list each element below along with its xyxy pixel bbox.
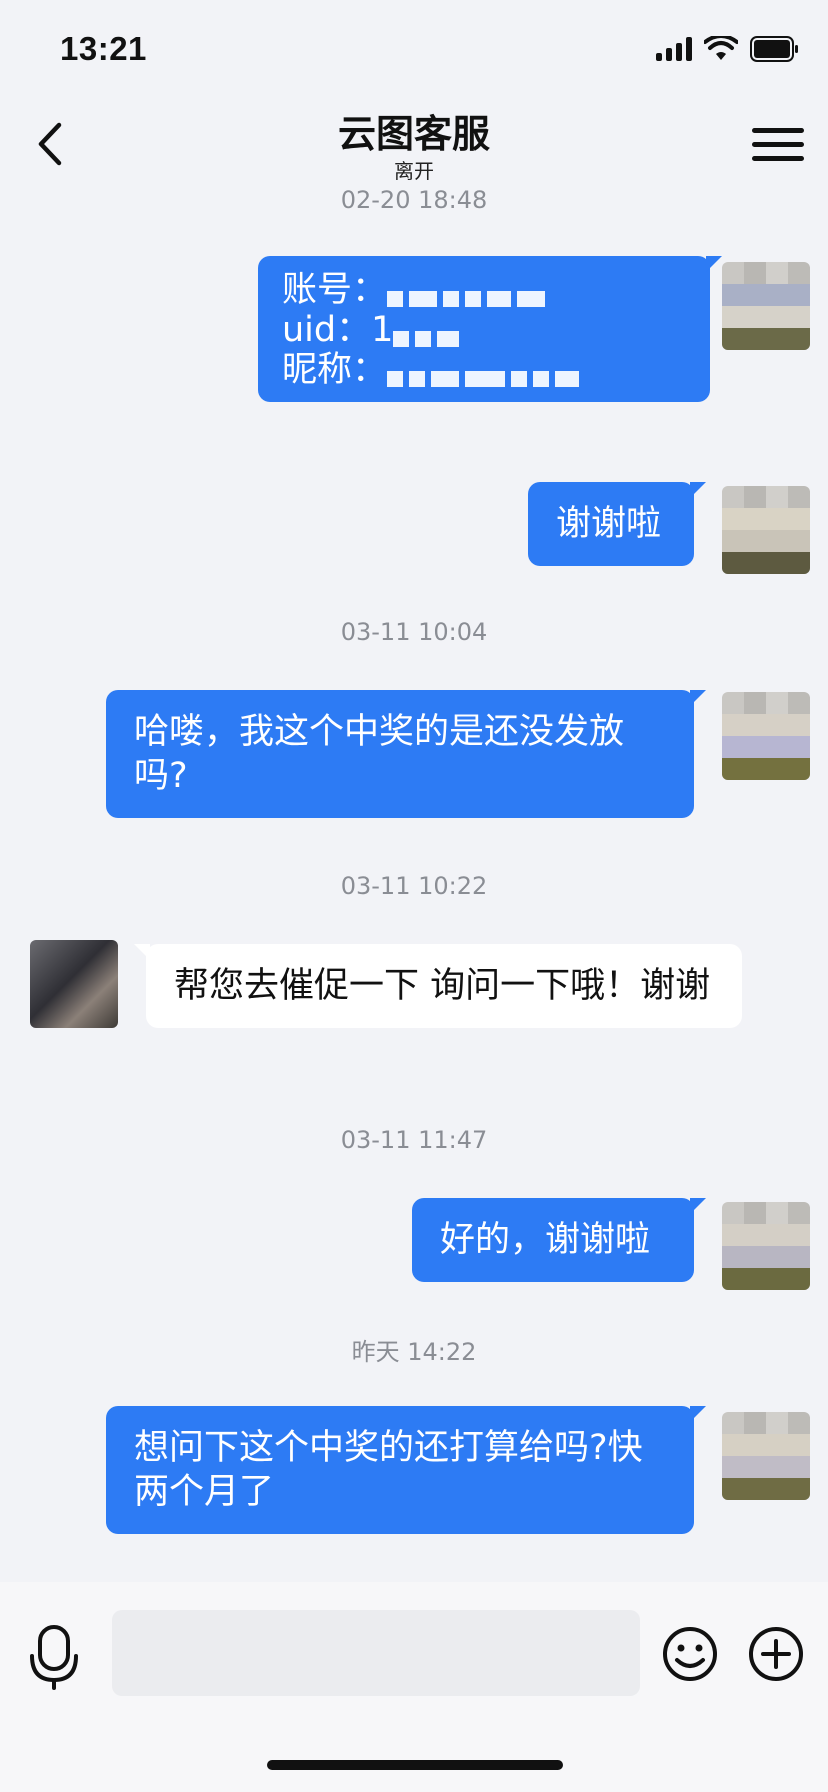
agent-avatar[interactable] (30, 940, 118, 1028)
menu-button[interactable] (752, 118, 804, 170)
user-avatar[interactable] (722, 262, 810, 350)
account-label: 账号： (282, 270, 388, 310)
uid-label: uid：1 (282, 310, 394, 350)
timestamp: 02-20 18:48 (340, 186, 488, 214)
chat-list[interactable]: 02-20 18:48 账号： uid：1 昵称： 谢谢啦 03-11 10:0… (0, 180, 828, 1580)
status-icons (656, 36, 800, 62)
page-title: 云图客服 (337, 112, 490, 156)
user-avatar[interactable] (722, 1412, 810, 1500)
user-avatar[interactable] (722, 1202, 810, 1290)
signal-icon (656, 37, 692, 61)
emoji-button[interactable] (662, 1626, 718, 1682)
plus-button[interactable] (748, 1626, 804, 1682)
wifi-icon (704, 36, 738, 62)
status-bar: 13:21 (0, 0, 828, 100)
timestamp: 03-11 10:04 (340, 618, 488, 646)
user-avatar[interactable] (722, 486, 810, 574)
message-bubble[interactable]: 好的，谢谢啦 (412, 1198, 706, 1282)
timestamp: 03-11 11:47 (340, 1126, 488, 1154)
redacted-mosaic (387, 358, 585, 387)
message-input[interactable] (112, 1610, 640, 1696)
title-block: 云图客服 离开 (0, 110, 828, 184)
timestamp: 03-11 10:22 (340, 872, 488, 900)
message-bubble-agent[interactable]: 帮您去催促一下 询问一下哦！谢谢 (134, 944, 742, 1028)
user-avatar[interactable] (722, 692, 810, 780)
timestamp: 昨天 14:22 (351, 1338, 477, 1366)
message-bubble[interactable]: 哈喽，我这个中奖的是还没发放吗? (106, 690, 706, 818)
smiley-icon (663, 1627, 717, 1681)
plus-circle-icon (749, 1627, 803, 1681)
status-time: 13:21 (60, 30, 147, 67)
menu-icon (752, 127, 804, 133)
message-bubble[interactable]: 谢谢啦 (528, 482, 706, 566)
message-bubble-account[interactable]: 账号： uid：1 昵称： (258, 256, 722, 402)
redacted-mosaic (393, 318, 465, 347)
message-bubble[interactable]: 想问下这个中奖的还打算给吗?快两个月了 (106, 1406, 706, 1534)
voice-button[interactable] (28, 1624, 80, 1690)
home-indicator[interactable] (267, 1760, 563, 1770)
input-bar (0, 1582, 828, 1792)
microphone-icon (30, 1625, 78, 1690)
battery-icon (750, 36, 800, 62)
nickname-label: 昵称： (282, 350, 388, 390)
redacted-mosaic (387, 278, 551, 307)
